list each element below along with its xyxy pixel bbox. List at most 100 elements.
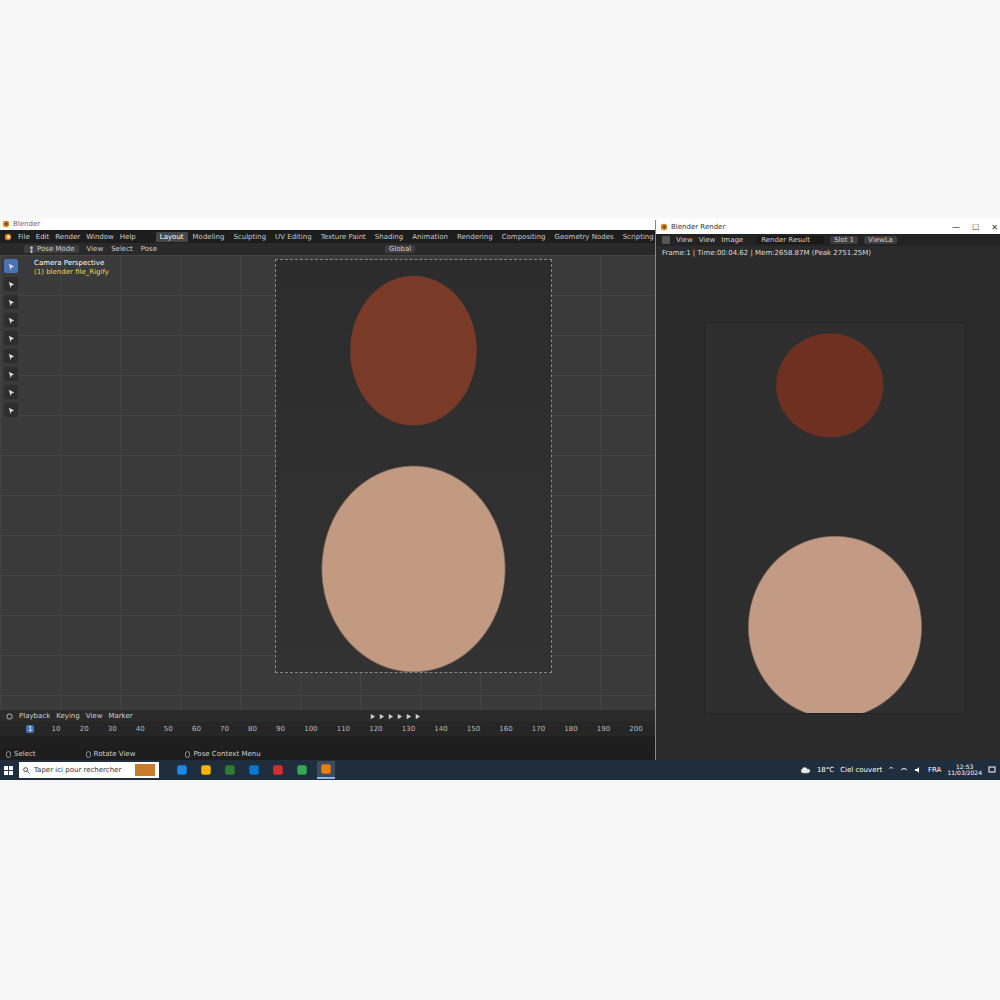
playback-button-icon[interactable] — [369, 713, 376, 720]
search-box[interactable]: Taper ici pour rechercher — [19, 762, 159, 778]
camera-label: Camera Perspective — [34, 259, 109, 267]
tool-button[interactable] — [4, 349, 18, 363]
timeline-menu-item[interactable]: View — [86, 712, 103, 720]
playback-button-icon[interactable] — [396, 713, 403, 720]
volume-icon[interactable] — [914, 766, 922, 774]
taskbar-apps — [173, 761, 335, 779]
frame-ruler[interactable]: 1102030405060708090100110120130140150160… — [0, 722, 655, 736]
frame-number: 100 — [302, 725, 319, 733]
notification-icon[interactable] — [988, 766, 996, 774]
workspace-tab[interactable]: Modeling — [189, 232, 229, 242]
taskbar-app-button[interactable] — [197, 761, 215, 779]
tray-overflow-button[interactable]: ^ — [888, 766, 894, 774]
viewport-header: Pose Mode View Select Pose Global — [0, 243, 655, 255]
tool-button[interactable] — [4, 277, 18, 291]
timeline-menu-item[interactable]: Keying — [56, 712, 80, 720]
workspace-tab[interactable]: Texture Paint — [317, 232, 370, 242]
taskbar-app-button[interactable] — [317, 761, 335, 779]
frame-number: 150 — [465, 725, 482, 733]
taskbar-app-button[interactable] — [293, 761, 311, 779]
3d-viewport[interactable]: Camera Perspective (1) blender file_Rigi… — [0, 255, 655, 710]
blender-menu-icon[interactable] — [4, 233, 12, 241]
window-control-button[interactable]: ✕ — [991, 223, 998, 232]
network-icon[interactable] — [900, 766, 908, 774]
timeline-menu-item[interactable]: Playback — [19, 712, 50, 720]
playback-button-icon[interactable] — [414, 713, 421, 720]
workspace-tab[interactable]: Compositing — [498, 232, 550, 242]
playback-button-icon[interactable] — [387, 713, 394, 720]
image-menu-item[interactable]: View — [676, 236, 693, 244]
tool-button[interactable] — [4, 259, 18, 273]
frame-number: 80 — [246, 725, 259, 733]
workspace-tab[interactable]: Geometry Nodes — [551, 232, 618, 242]
menu-item[interactable]: Help — [120, 233, 136, 241]
pose-icon — [28, 246, 35, 253]
frame-number: 30 — [106, 725, 119, 733]
mouse-icon — [86, 751, 91, 758]
slot-dropdown[interactable]: Slot 1 — [830, 236, 858, 244]
tool-button[interactable] — [4, 385, 18, 399]
workspace-tab[interactable]: Rendering — [453, 232, 497, 242]
tool-button[interactable] — [4, 313, 18, 327]
playback-button-icon[interactable] — [405, 713, 412, 720]
frame-number: 120 — [367, 725, 384, 733]
editor-type-button[interactable] — [662, 236, 670, 244]
status-hint: Rotate View — [86, 750, 136, 758]
app-icon — [224, 764, 236, 776]
tool-button[interactable] — [4, 403, 18, 417]
menu-item[interactable]: Render — [55, 233, 80, 241]
app-icon — [296, 764, 308, 776]
workspace-tab[interactable]: Shading — [371, 232, 407, 242]
playback-button-icon[interactable] — [378, 713, 385, 720]
workspace-tab[interactable]: Layout — [156, 232, 188, 242]
app-icon — [176, 764, 188, 776]
menu-item[interactable]: File — [18, 233, 30, 241]
language-indicator[interactable]: FRA — [928, 766, 941, 774]
frame-number: 40 — [134, 725, 147, 733]
timeline-track[interactable] — [0, 736, 655, 748]
windows-start-icon[interactable] — [4, 766, 13, 775]
system-tray: 18°C Ciel couvert ^ FRA 12:53 11/03/2024 — [800, 764, 996, 776]
taskbar-app-button[interactable] — [221, 761, 239, 779]
workspace-tab[interactable]: Scripting — [619, 232, 658, 242]
header-menu-item[interactable]: Select — [111, 245, 133, 253]
tool-icon — [7, 262, 16, 271]
image-menu-item[interactable]: Image — [721, 236, 743, 244]
playback-controls — [369, 713, 421, 720]
frame-number: 200 — [627, 725, 644, 733]
object-label: (1) blender file_Rigify — [34, 268, 109, 276]
header-menu-item[interactable]: View — [87, 245, 104, 253]
menu-item[interactable]: Edit — [36, 233, 50, 241]
window-controls: — ☐ ✕ — [952, 223, 1000, 232]
viewport-render-picture — [276, 260, 551, 672]
workspace-tab[interactable]: Animation — [408, 232, 452, 242]
frame-number: 140 — [432, 725, 449, 733]
tool-button[interactable] — [4, 295, 18, 309]
image-name-field[interactable]: Render Result — [757, 236, 824, 244]
workspace-tab[interactable]: Sculpting — [229, 232, 270, 242]
taskbar-app-button[interactable] — [245, 761, 263, 779]
search-icon — [23, 767, 30, 774]
taskbar-app-button[interactable] — [173, 761, 191, 779]
render-info: Frame:1 | Time:00:04.62 | Mem:2658.87M (… — [662, 249, 871, 257]
app-icon — [320, 763, 332, 775]
workspace-tab[interactable]: UV Editing — [271, 232, 316, 242]
view-layer-dropdown[interactable]: ViewLa — [864, 236, 897, 244]
render-window: Blender Render —☐✕ ViewViewImage Render … — [655, 220, 1000, 760]
orientation-dropdown[interactable]: Global — [385, 245, 415, 253]
image-menu-item[interactable]: View — [699, 236, 716, 244]
clock[interactable]: 12:53 11/03/2024 — [947, 764, 982, 776]
taskbar-app-button[interactable] — [269, 761, 287, 779]
header-menu-item[interactable]: Pose — [141, 245, 157, 253]
menu-item[interactable]: Window — [86, 233, 114, 241]
tool-icon — [7, 316, 16, 325]
window-control-button[interactable]: ☐ — [972, 223, 979, 232]
window-control-button[interactable]: — — [952, 223, 960, 232]
timeline-menu-item[interactable]: Marker — [108, 712, 132, 720]
viewport-overlay-text: Camera Perspective (1) blender file_Rigi… — [34, 259, 109, 276]
tool-button[interactable] — [4, 331, 18, 345]
mode-dropdown[interactable]: Pose Mode — [24, 245, 79, 253]
tool-button[interactable] — [4, 367, 18, 381]
weather-text: Ciel couvert — [840, 766, 882, 774]
blender-logo-icon — [660, 223, 668, 231]
